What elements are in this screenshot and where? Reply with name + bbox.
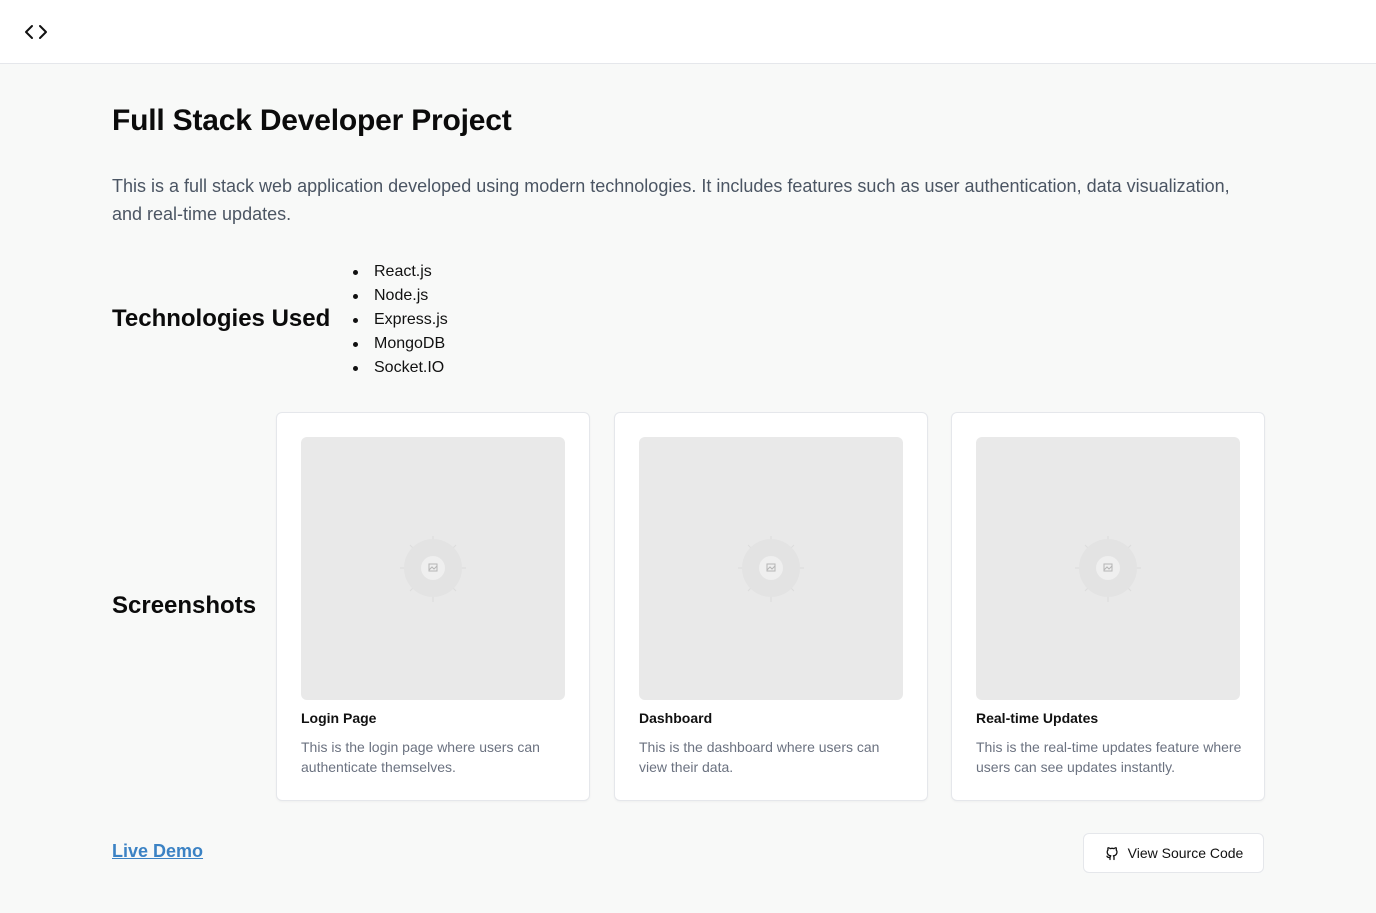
- github-icon: [1105, 847, 1118, 861]
- card-title: Real-time Updates: [976, 710, 1099, 726]
- screenshot-image: [976, 437, 1240, 700]
- image-placeholder-icon: [400, 536, 466, 602]
- screenshot-card-login: Login Page This is the login page where …: [276, 412, 590, 801]
- view-source-code-button[interactable]: View Source Code: [1083, 833, 1264, 873]
- technology-item: React.js: [352, 260, 448, 284]
- technology-item: MongoDB: [352, 332, 448, 356]
- screenshot-image: [639, 437, 903, 700]
- image-placeholder-icon: [1075, 536, 1141, 602]
- code-brackets-icon[interactable]: [24, 22, 48, 42]
- page-title: Full Stack Developer Project: [112, 104, 512, 137]
- screenshots-heading: Screenshots: [112, 592, 257, 619]
- technology-item: Express.js: [352, 308, 448, 332]
- card-description: This is the real-time updates feature wh…: [976, 739, 1242, 775]
- screenshot-image: [301, 437, 565, 700]
- top-bar: [0, 0, 1376, 64]
- technologies-heading: Technologies Used: [112, 305, 331, 332]
- project-description: This is a full stack web application dev…: [112, 176, 1230, 224]
- technologies-list: React.js Node.js Express.js MongoDB Sock…: [352, 260, 448, 380]
- live-demo-link[interactable]: Live Demo: [112, 841, 203, 862]
- image-placeholder-icon: [738, 536, 804, 602]
- screenshot-card-realtime: Real-time Updates This is the real-time …: [951, 412, 1265, 801]
- technology-item: Node.js: [352, 284, 448, 308]
- technology-item: Socket.IO: [352, 356, 448, 380]
- screenshot-card-dashboard: Dashboard This is the dashboard where us…: [614, 412, 928, 801]
- card-title: Dashboard: [639, 710, 713, 726]
- card-title: Login Page: [301, 710, 377, 726]
- card-description: This is the dashboard where users can vi…: [639, 739, 880, 775]
- card-description: This is the login page where users can a…: [301, 739, 540, 775]
- view-source-code-label: View Source Code: [1127, 845, 1244, 861]
